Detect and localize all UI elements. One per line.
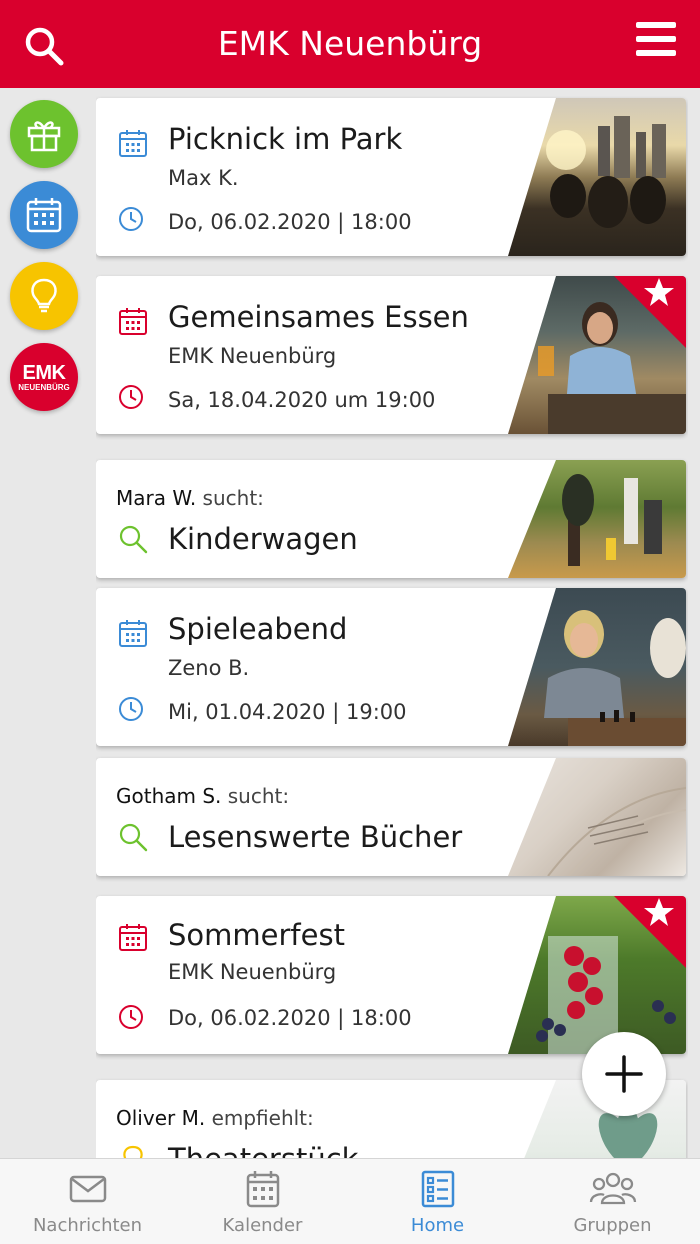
app-header: EMK Neuenbürg <box>0 0 700 88</box>
search-photo <box>508 460 686 578</box>
calendar-icon <box>119 130 147 157</box>
author-verb: empfiehlt: <box>211 1106 314 1130</box>
tab-label: Gruppen <box>573 1215 652 1236</box>
games-photo <box>544 610 686 746</box>
book-pages-photo <box>547 787 686 876</box>
calendar-shortcut[interactable] <box>10 181 78 249</box>
search-icon <box>119 823 148 852</box>
gifts-shortcut[interactable] <box>10 100 78 168</box>
search-card[interactable]: Mara W. sucht: Kinderwagen <box>96 460 686 578</box>
app-title: EMK Neuenbürg <box>217 24 483 63</box>
event-card[interactable]: Gemeinsames Essen EMK Neuenbürg Sa, 18.0… <box>96 276 686 434</box>
event-card[interactable]: Picknick im Park Max K. Do, 06.02.2020 |… <box>96 98 686 256</box>
bottom-tab-bar: Nachrichten Kalender Home Gruppen <box>0 1158 700 1244</box>
tab-nachrichten[interactable]: Nachrichten <box>0 1159 175 1244</box>
emk-logo-subtext: NEUENBÜRG <box>18 382 70 392</box>
search-author-line: Mara W. sucht: <box>116 486 264 510</box>
clock-icon <box>119 1005 143 1029</box>
event-organizer: EMK Neuenbürg <box>168 960 337 984</box>
search-photo <box>508 758 686 876</box>
event-organizer: Max K. <box>168 166 239 190</box>
author-verb: sucht: <box>202 486 264 510</box>
calendar-icon <box>26 198 62 233</box>
event-photo <box>508 98 686 256</box>
picnic-photo <box>546 116 666 228</box>
event-title: Spieleabend <box>168 612 348 646</box>
clock-icon <box>119 385 143 409</box>
emk-logo-text: EMK <box>22 361 66 384</box>
plus-icon <box>605 1055 643 1093</box>
event-datetime: Do, 06.02.2020 | 18:00 <box>168 210 412 234</box>
tab-home[interactable]: Home <box>350 1159 525 1244</box>
envelope-icon <box>69 1175 106 1203</box>
author-name: Gotham S. <box>116 784 222 808</box>
lightbulb-icon <box>123 1145 143 1158</box>
author-name: Oliver M. <box>116 1106 206 1130</box>
tab-label: Nachrichten <box>32 1215 143 1236</box>
event-photo <box>508 588 686 746</box>
event-card[interactable]: Sommerfest EMK Neuenbürg Do, 06.02.2020 … <box>96 896 686 1054</box>
event-title: Sommerfest <box>168 918 345 952</box>
event-title: Picknick im Park <box>168 122 403 156</box>
tab-kalender[interactable]: Kalender <box>175 1159 350 1244</box>
calendar-icon <box>119 620 147 647</box>
gift-icon <box>27 121 61 152</box>
search-card[interactable]: Gotham S. sucht: Lesenswerte Bücher <box>96 758 686 876</box>
add-button[interactable] <box>582 1032 666 1116</box>
event-card[interactable]: Spieleabend Zeno B. Mi, 01.04.2020 | 19:… <box>96 588 686 746</box>
event-organizer: EMK Neuenbürg <box>168 344 337 368</box>
featured-ribbon <box>614 276 686 348</box>
event-datetime: Mi, 01.04.2020 | 19:00 <box>168 700 407 724</box>
lightbulb-icon <box>31 278 57 313</box>
tip-title: Theaterstück <box>168 1142 358 1158</box>
tab-label: Home <box>410 1215 465 1236</box>
search-icon <box>119 525 148 554</box>
tab-label: Kalender <box>222 1215 303 1236</box>
stroller-photo <box>562 474 662 566</box>
event-datetime: Do, 06.02.2020 | 18:00 <box>168 1006 412 1030</box>
event-title: Gemeinsames Essen <box>168 300 469 334</box>
menu-button[interactable] <box>636 20 678 60</box>
search-title: Lesenswerte Bücher <box>168 820 463 854</box>
list-icon <box>421 1170 454 1208</box>
search-title: Kinderwagen <box>168 522 358 556</box>
calendar-icon <box>119 924 147 951</box>
hamburger-menu-icon <box>636 22 676 56</box>
calendar-icon <box>246 1171 279 1208</box>
home-feed[interactable]: Picknick im Park Max K. Do, 06.02.2020 |… <box>96 96 688 1158</box>
search-author-line: Gotham S. sucht: <box>116 784 289 808</box>
event-datetime: Sa, 18.04.2020 um 19:00 <box>168 388 436 412</box>
clock-icon <box>119 697 143 721</box>
quick-access-rail: EMK NEUENBÜRG <box>10 100 78 424</box>
event-organizer: Zeno B. <box>168 656 250 680</box>
tip-author-line: Oliver M. empfiehlt: <box>116 1106 314 1130</box>
clock-icon <box>119 207 143 231</box>
emk-logo-shortcut[interactable]: EMK NEUENBÜRG <box>10 343 78 411</box>
tab-gruppen[interactable]: Gruppen <box>525 1159 700 1244</box>
author-name: Mara W. <box>116 486 197 510</box>
calendar-icon <box>119 308 147 335</box>
author-verb: sucht: <box>227 784 290 808</box>
group-icon <box>589 1172 636 1205</box>
ideas-shortcut[interactable] <box>10 262 78 330</box>
featured-ribbon <box>614 896 686 968</box>
